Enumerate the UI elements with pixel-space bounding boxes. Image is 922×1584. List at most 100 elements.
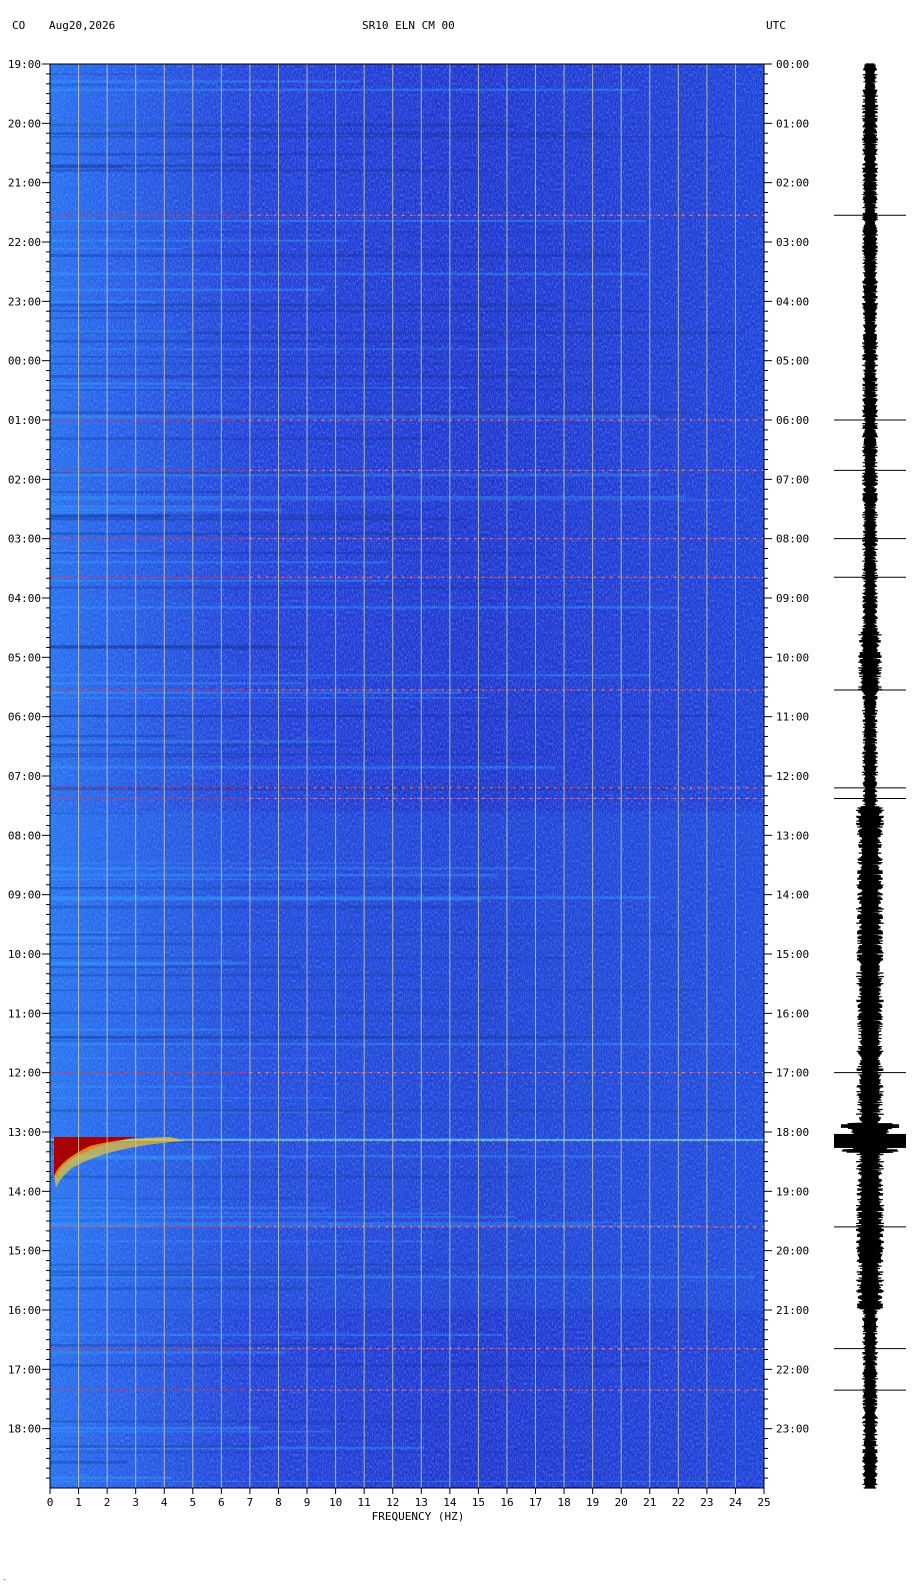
y-tick-label-right: 04:00 [776, 295, 809, 308]
y-tick-label: 20:00 [8, 117, 41, 130]
y-tick-label: 06:00 [8, 711, 41, 724]
energy-band [50, 348, 538, 350]
date-label: Aug20,2026 [49, 19, 115, 32]
y-tick-label-right: 14:00 [776, 889, 809, 902]
y-tick-label: 16:00 [8, 1304, 41, 1317]
y-tick-label-right: 13:00 [776, 829, 809, 842]
energy-band [50, 499, 748, 501]
y-tick-label-right: 01:00 [776, 117, 809, 130]
y-tick-label-right: 02:00 [776, 177, 809, 190]
x-tick-label: 5 [189, 1496, 196, 1509]
x-tick-label: 22 [672, 1496, 685, 1509]
energy-band [50, 1364, 656, 1367]
y-tick-label-right: 07:00 [776, 473, 809, 486]
x-tick-label: 7 [247, 1496, 254, 1509]
timezone-label: UTC [766, 19, 786, 32]
energy-band [50, 1344, 359, 1347]
energy-band [50, 517, 468, 521]
trace-waveform [840, 63, 900, 1489]
energy-band [50, 411, 688, 414]
energy-band [50, 1430, 333, 1433]
energy-band [50, 152, 375, 156]
y-tick-label-right: 03:00 [776, 236, 809, 249]
energy-band [50, 1351, 286, 1354]
y-tick-label: 03:00 [8, 533, 41, 546]
y-tick-label-right: 19:00 [776, 1185, 809, 1198]
y-tick-label: 18:00 [8, 1423, 41, 1436]
energy-band [50, 88, 637, 92]
y-tick-label-right: 15:00 [776, 948, 809, 961]
energy-band [50, 239, 349, 242]
energy-band [50, 1420, 448, 1423]
x-tick-label: 1 [75, 1496, 82, 1509]
energy-band [50, 84, 121, 86]
energy-band [50, 496, 687, 499]
y-tick-label-right: 16:00 [776, 1007, 809, 1020]
x-tick-label: 16 [500, 1496, 513, 1509]
y-tick-label: 10:00 [8, 948, 41, 961]
energy-band [50, 735, 176, 738]
y-tick-label: 07:00 [8, 770, 41, 783]
x-tick-label: 0 [47, 1496, 54, 1509]
x-tick-label: 23 [700, 1496, 713, 1509]
x-tick-label: 9 [304, 1496, 311, 1509]
y-tick-label: 17:00 [8, 1363, 41, 1376]
x-tick-label: 18 [557, 1496, 570, 1509]
y-tick-label-right: 18:00 [776, 1126, 809, 1139]
energy-band [50, 753, 545, 756]
energy-band [50, 549, 153, 552]
x-tick-label: 8 [275, 1496, 282, 1509]
x-tick-label: 11 [358, 1496, 371, 1509]
y-tick-label: 12:00 [8, 1067, 41, 1080]
x-axis: 0 1 2 3 4 5 6 7 8 9 10 11 12 13 14 15 16 17 18 19 20 21 22 23 24… [47, 1488, 771, 1509]
energy-band [50, 674, 650, 677]
energy-band [50, 387, 470, 389]
energy-band [50, 1451, 593, 1453]
y-tick-label: 19:00 [8, 58, 41, 71]
y-tick-label-right: 23:00 [776, 1423, 809, 1436]
energy-band [50, 473, 659, 477]
energy-band [50, 362, 703, 365]
station-label: SR10 ELN CM 00 [362, 19, 455, 32]
energy-band [50, 247, 183, 250]
energy-band [50, 219, 646, 223]
y-axis-left: 19:00 20:00 21:00 22:00 23:00 00:00 01:00 02:00… [8, 58, 50, 1479]
energy-band [50, 532, 445, 536]
energy-band [50, 1460, 128, 1464]
energy-band [50, 136, 734, 138]
y-axis-right: 00:00 01:00 02:00 03:00 04:00 05:00 06:00 07:00… [764, 58, 809, 1479]
x-tick-label: 13 [415, 1496, 428, 1509]
y-tick-label: 15:00 [8, 1245, 41, 1258]
energy-band [50, 288, 326, 292]
energy-band [50, 1476, 172, 1480]
energy-band [50, 388, 604, 391]
x-tick-label: 14 [443, 1496, 457, 1509]
energy-band [50, 340, 496, 343]
energy-band [50, 682, 305, 685]
energy-band [50, 586, 534, 589]
y-tick-label-right: 05:00 [776, 355, 809, 368]
y-tick-label: 13:00 [8, 1126, 41, 1139]
energy-band [50, 514, 406, 517]
y-tick-label: 05:00 [8, 651, 41, 664]
x-tick-label: 2 [104, 1496, 111, 1509]
corner-mark: . [3, 1575, 7, 1582]
energy-band [50, 561, 389, 564]
energy-band [50, 382, 198, 385]
energy-band [50, 1333, 502, 1336]
energy-band [50, 579, 391, 582]
x-tick-label: 21 [643, 1496, 656, 1509]
energy-band [50, 80, 360, 83]
energy-band [50, 508, 283, 512]
y-tick-label: 11:00 [8, 1007, 41, 1020]
x-tick-label: 15 [472, 1496, 485, 1509]
y-tick-label-right: 10:00 [776, 651, 809, 664]
energy-band [50, 303, 558, 307]
y-tick-label: 04:00 [8, 592, 41, 605]
x-tick-label: 4 [161, 1496, 168, 1509]
x-tick-label: 10 [329, 1496, 342, 1509]
y-tick-label: 21:00 [8, 177, 41, 190]
x-tick-label: 24 [729, 1496, 743, 1509]
x-tick-label: 19 [586, 1496, 599, 1509]
y-tick-label: 23:00 [8, 295, 41, 308]
